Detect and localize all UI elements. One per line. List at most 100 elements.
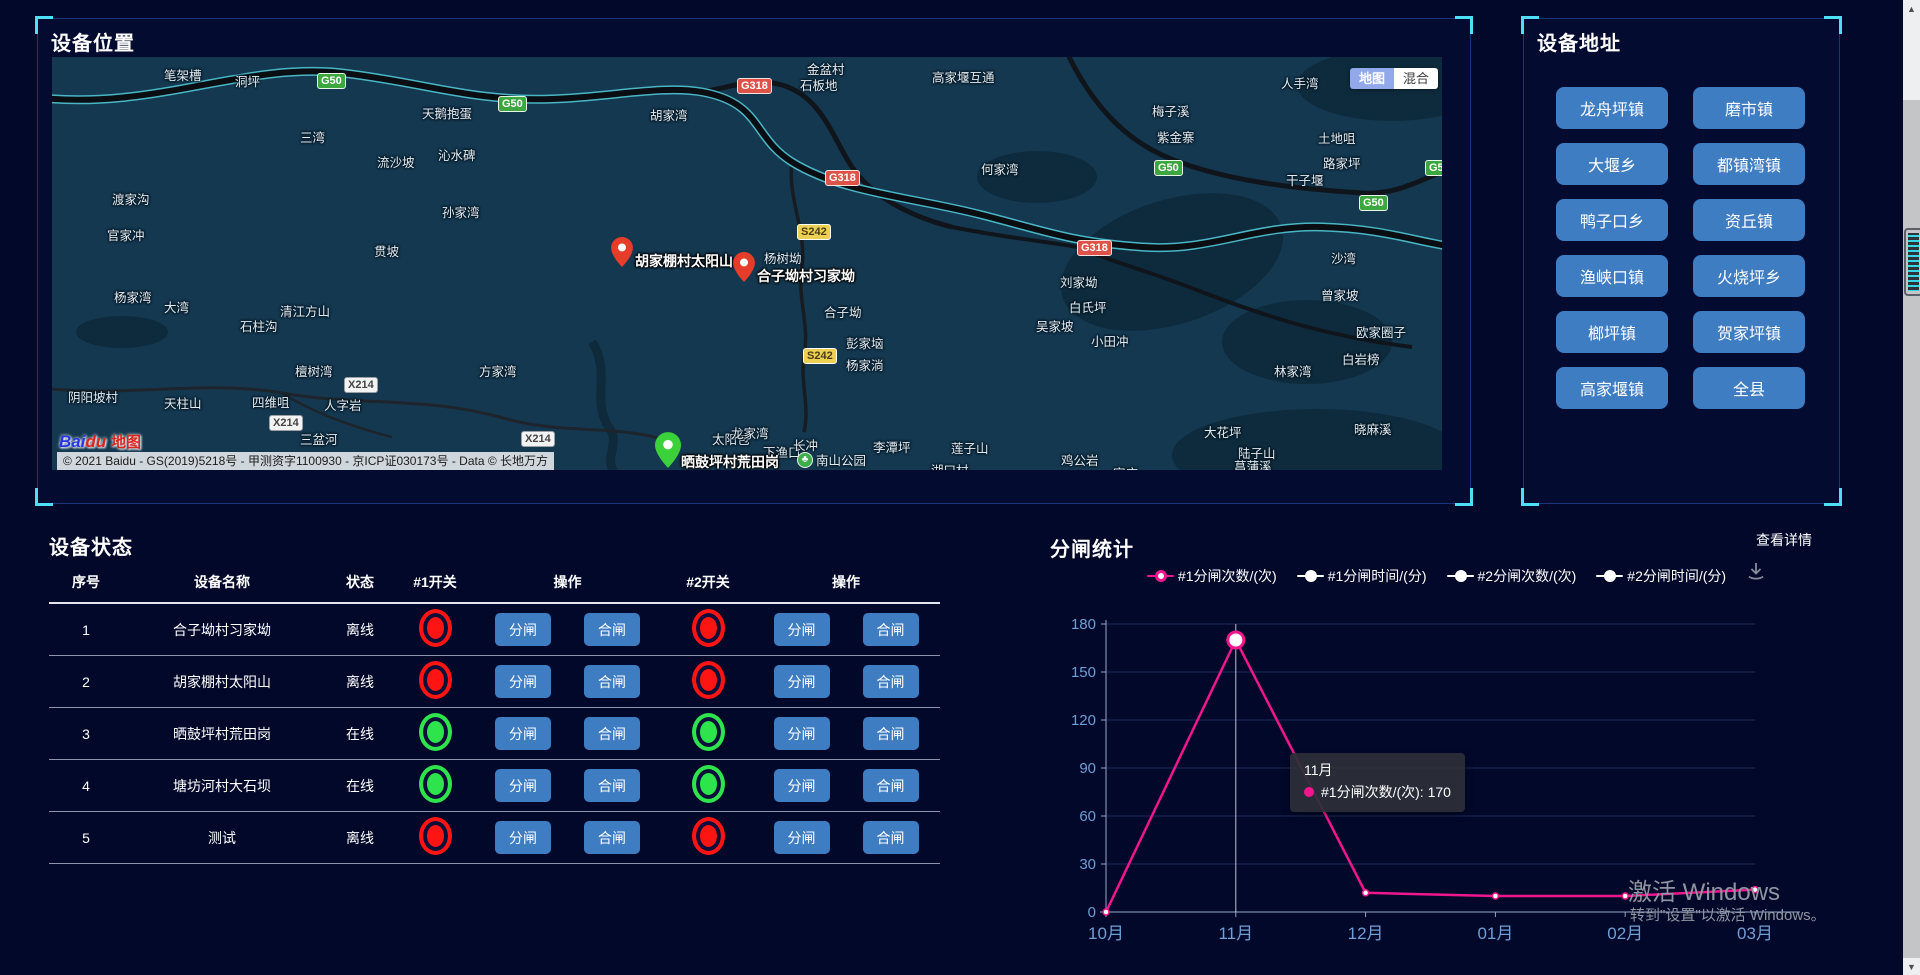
map-type-map-button[interactable]: 地图 — [1350, 68, 1394, 89]
map-place-label: 孙家湾 — [442, 202, 480, 221]
map-place-label: 洞坪 — [235, 71, 260, 90]
road-shield: X214 — [521, 431, 555, 447]
device-status: 在线 — [321, 724, 399, 744]
map-place-label: 流沙坡 — [377, 152, 415, 171]
svg-text:90: 90 — [1079, 760, 1096, 777]
close-switch-button[interactable]: 合闸 — [863, 769, 919, 802]
map-place-label: 小田冲 — [1091, 331, 1129, 350]
svg-text:03月: 03月 — [1737, 924, 1773, 943]
address-button-2[interactable]: 大堰乡 — [1556, 143, 1668, 185]
device-status-section: 设备状态 序号设备名称状态#1开关操作#2开关操作 1合子坳村习家坳离线分闸合闸… — [49, 531, 949, 864]
legend-item-1[interactable]: #1分闸时间/(分) — [1297, 566, 1427, 586]
address-button-0[interactable]: 龙舟坪镇 — [1556, 87, 1668, 129]
svg-text:11月: 11月 — [1218, 924, 1253, 943]
corner-decoration — [1824, 16, 1842, 34]
scrollbar-thumb[interactable] — [1903, 0, 1920, 100]
table-header-cell: #2开关 — [664, 572, 752, 592]
tooltip-series-dot — [1304, 787, 1314, 797]
map-place-label: 清江方山 — [280, 301, 330, 320]
close-switch-button[interactable]: 合闸 — [584, 613, 640, 646]
legend-label: #2分闸次数/(次) — [1478, 566, 1577, 586]
address-button-4[interactable]: 鸭子口乡 — [1556, 199, 1668, 241]
open-switch-button[interactable]: 分闸 — [495, 717, 551, 750]
open-switch-button[interactable]: 分闸 — [495, 665, 551, 698]
view-details-link[interactable]: 查看详情 — [1756, 530, 1812, 550]
open-switch-button[interactable]: 分闸 — [774, 769, 830, 802]
close-switch-button[interactable]: 合闸 — [863, 613, 919, 646]
map-place-label: 土地咀 — [1318, 128, 1356, 147]
road-shield: G50 — [1154, 160, 1183, 176]
device-status-title: 设备状态 — [49, 531, 949, 560]
row-index: 2 — [49, 674, 123, 690]
download-icon[interactable] — [1745, 560, 1767, 587]
address-button-3[interactable]: 都镇湾镇 — [1693, 143, 1805, 185]
road-shield: X214 — [269, 415, 303, 431]
svg-text:120: 120 — [1071, 712, 1096, 729]
map-place-label: 沙湾 — [1331, 248, 1356, 267]
map-place-label: 李潭坪 — [873, 437, 911, 456]
road-shield: S242 — [797, 224, 831, 240]
table-header-cell: 状态 — [321, 572, 399, 592]
baidu-map[interactable]: 笔架槽洞坪天鹅抱蛋胡家湾高家堰互通梅子溪紫金寨金盆村石板地三湾流沙坡沁水碑孙家湾… — [52, 57, 1442, 470]
open-switch-button[interactable]: 分闸 — [774, 665, 830, 698]
address-button-11[interactable]: 全县 — [1693, 367, 1805, 409]
map-pin-icon[interactable] — [733, 252, 755, 287]
open-switch-button[interactable]: 分闸 — [495, 769, 551, 802]
map-place-label: 杨树坳 — [764, 248, 802, 267]
map-place-label: 晓麻溪 — [1354, 419, 1392, 438]
road-shield: G50 — [317, 73, 346, 89]
map-place-label: 彭家垴 — [846, 333, 884, 352]
map-type-hybrid-button[interactable]: 混合 — [1394, 68, 1438, 89]
address-button-9[interactable]: 贺家坪镇 — [1693, 311, 1805, 353]
windows-watermark-line1: 激活 Windows — [1628, 872, 1780, 907]
address-button-10[interactable]: 高家堰镇 — [1556, 367, 1668, 409]
address-button-1[interactable]: 磨市镇 — [1693, 87, 1805, 129]
map-place-label: 欧家圈子 — [1356, 322, 1406, 341]
svg-text:180: 180 — [1071, 616, 1096, 633]
open-switch-button[interactable]: 分闸 — [495, 821, 551, 854]
map-place-label: 三盆河 — [300, 429, 338, 448]
address-button-8[interactable]: 榔坪镇 — [1556, 311, 1668, 353]
close-switch-button[interactable]: 合闸 — [863, 665, 919, 698]
close-switch-button[interactable]: 合闸 — [584, 665, 640, 698]
map-pin-icon[interactable] — [611, 237, 633, 272]
legend-item-0[interactable]: #1分闸次数/(次) — [1147, 566, 1277, 586]
map-type-control[interactable]: 地图 混合 — [1350, 68, 1438, 89]
map-pin-label: 合子坳村习家坳 — [757, 266, 855, 286]
scroll-down-arrow[interactable]: ▼ — [1903, 962, 1920, 972]
svg-text:02月: 02月 — [1607, 924, 1643, 943]
map-place-label: 杨家湾 — [114, 287, 152, 306]
address-button-6[interactable]: 渔峡口镇 — [1556, 255, 1668, 297]
corner-decoration — [1521, 488, 1539, 506]
road-shield: X214 — [344, 377, 378, 393]
close-switch-button[interactable]: 合闸 — [584, 821, 640, 854]
close-switch-button[interactable]: 合闸 — [863, 717, 919, 750]
legend-item-3[interactable]: #2分闸时间/(分) — [1596, 566, 1726, 586]
row-index: 1 — [49, 622, 123, 638]
map-pin-label: 晒鼓坪村荒田岗 — [681, 452, 779, 470]
address-button-5[interactable]: 资丘镇 — [1693, 199, 1805, 241]
address-button-7[interactable]: 火烧坪乡 — [1693, 255, 1805, 297]
scroll-up-arrow[interactable]: ▲ — [1903, 4, 1920, 14]
close-switch-button[interactable]: 合闸 — [863, 821, 919, 854]
open-switch-button[interactable]: 分闸 — [495, 613, 551, 646]
map-pin-label: 胡家棚村太阳山 — [635, 251, 733, 271]
device-name: 塘坊河村大石坝 — [123, 776, 321, 796]
close-switch-button[interactable]: 合闸 — [584, 717, 640, 750]
device-status: 在线 — [321, 776, 399, 796]
map-place-label: 路家坪 — [1323, 153, 1361, 172]
scroll-indicator-widget[interactable] — [1904, 228, 1920, 296]
table-row: 4塘坊河村大石坝在线分闸合闸分闸合闸 — [49, 760, 940, 812]
page-scrollbar[interactable]: ▲ ▼ — [1903, 0, 1920, 975]
legend-item-2[interactable]: #2分闸次数/(次) — [1447, 566, 1577, 586]
legend-label: #2分闸时间/(分) — [1627, 566, 1726, 586]
open-switch-button[interactable]: 分闸 — [774, 717, 830, 750]
map-place-label: 檀树湾 — [295, 361, 333, 380]
close-switch-button[interactable]: 合闸 — [584, 769, 640, 802]
open-switch-button[interactable]: 分闸 — [774, 821, 830, 854]
map-place-label: 四维咀 — [252, 392, 290, 411]
open-switch-button[interactable]: 分闸 — [774, 613, 830, 646]
park-icon: ♣ — [797, 452, 813, 468]
map-pin-icon[interactable] — [655, 432, 681, 470]
switch-indicator — [692, 609, 725, 647]
